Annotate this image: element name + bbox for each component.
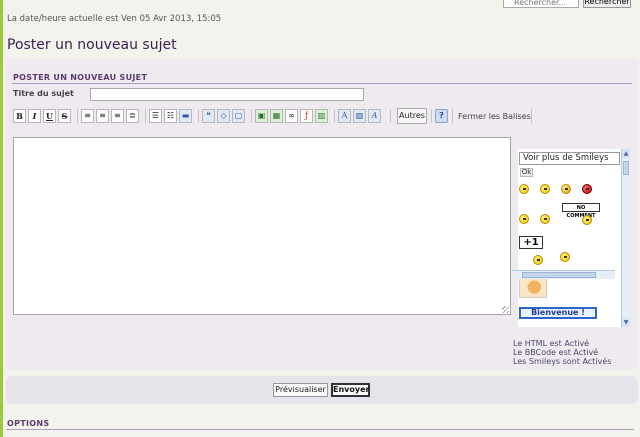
code-icon: ◇ [220,111,227,120]
subject-label: Titre du sujet [13,89,74,98]
options-heading: OPTIONS [7,419,50,428]
underline-button[interactable]: U [43,109,56,123]
current-datetime: La date/heure actuelle est Ven 05 Avr 20… [7,14,222,24]
help-icon: ? [439,111,444,120]
toolbar-separator [251,109,252,123]
horizontal-rule-icon: ▬ [181,111,190,120]
section-heading: POSTER UN NOUVEAU SUJET [13,73,148,82]
video-icon: ▥ [317,111,326,120]
actions-panel: Prévisualiser Envoyer [6,376,638,404]
close-tags-link[interactable]: Fermer les Balises [458,112,531,121]
numbered-list-icon: ☷ [166,111,175,120]
spoiler-icon: ▢ [234,111,243,120]
quote-icon: ❝ [206,111,211,120]
align-left-icon: ≡ [84,111,91,120]
no-comment-smiley[interactable]: NO COMMENT [562,203,600,219]
preview-button[interactable]: Prévisualiser [273,383,328,397]
bullet-list-icon: ☰ [151,111,160,120]
quote-button[interactable]: ❝ [202,109,215,123]
toolbar-separator [390,109,391,123]
justify-button[interactable]: ≣ [126,109,139,123]
help-button[interactable]: ? [435,109,448,123]
toolbar-separator [198,109,199,123]
justify-icon: ≣ [129,111,136,120]
upload-button[interactable]: ▦ [270,109,283,123]
bullet-list-button[interactable]: ☰ [149,109,162,123]
options-divider [6,429,634,430]
smileys-status: Les Smileys sont Activés [513,357,612,366]
numbered-list-button[interactable]: ☷ [164,109,177,123]
color-button[interactable]: ▨ [353,109,366,123]
sign-holder-icon [533,255,543,265]
upload-icon: ▦ [272,111,281,120]
grin-icon[interactable] [540,214,550,224]
flash-icon: ƒ [305,111,308,120]
font-button[interactable]: A [338,109,351,123]
toolbar-separator [452,109,453,123]
scroll-thumb[interactable] [522,272,596,278]
smiley-panel: Voir plus de Smileys Ok NO COMMENT +1 Bi… [518,149,630,327]
resize-grip-icon[interactable] [502,306,509,313]
scroll-up-icon[interactable]: ▲ [622,149,630,158]
smiley-horizontal-scrollbar[interactable] [512,270,615,279]
italic-button[interactable]: I [28,109,41,123]
font-icon: A [341,111,348,120]
toolbar-separator [77,109,78,123]
confused-icon[interactable] [519,214,529,224]
search-button[interactable]: Rechercher [583,0,631,8]
bbcode-toolbar: B I U S ≡ ≡ ≡ ≣ ☰ ☷ ▬ ❝ ◇ ▢ ▣ ▦ ∞ ƒ ▥ A … [13,108,633,126]
link-button[interactable]: ∞ [285,109,298,123]
wave-icon[interactable] [560,252,570,262]
top-bar: ⌕ Rechercher [3,0,640,9]
smiley-vertical-scrollbar[interactable]: ▲ ▼ [621,149,630,327]
toolbar-separator [334,109,335,123]
smiley-category-select[interactable]: Voir plus de Smileys [519,152,620,165]
scroll-down-icon[interactable]: ▼ [622,318,630,327]
more-tags-button[interactable]: Autres [397,108,427,124]
message-textarea[interactable] [13,137,511,315]
section-divider [12,83,632,84]
align-left-button[interactable]: ≡ [81,109,94,123]
strikethrough-button[interactable]: S [58,109,71,123]
align-center-icon: ≡ [99,111,106,120]
plus-one-smiley[interactable]: +1 [519,236,543,249]
link-icon: ∞ [288,111,295,120]
smile-icon[interactable] [519,184,529,194]
align-right-button[interactable]: ≡ [111,109,124,123]
dizzy-icon[interactable] [561,184,571,194]
size-icon: A [371,111,378,120]
spoiler-button[interactable]: ▢ [232,109,245,123]
post-form-panel: POSTER UN NOUVEAU SUJET Titre du sujet B… [6,58,638,370]
search-input[interactable] [503,0,579,8]
video-button[interactable]: ▥ [315,109,328,123]
scroll-thumb[interactable] [623,161,629,175]
sign-holder-icon [582,215,592,225]
submit-button[interactable]: Envoyer [331,383,370,397]
toolbar-separator [431,109,432,123]
smiley-ok-button[interactable]: Ok [520,168,533,177]
code-button[interactable]: ◇ [217,109,230,123]
bold-button[interactable]: B [13,109,26,123]
toolbar-separator [531,109,532,123]
bienvenue-smiley[interactable]: Bienvenue ! [519,307,597,319]
html-status: Le HTML est Activé [513,339,590,348]
color-icon: ▨ [355,111,364,120]
image-icon: ▣ [257,111,266,120]
size-button[interactable]: A [368,109,381,123]
toolbar-separator [145,109,146,123]
page-title: Poster un nouveau sujet [7,37,177,53]
left-accent-bar [0,0,3,437]
align-right-icon: ≡ [114,111,121,120]
subject-input[interactable] [90,88,364,101]
image-button[interactable]: ▣ [255,109,268,123]
happy-icon[interactable] [540,184,550,194]
flash-button[interactable]: ƒ [300,109,313,123]
bbcode-status: Le BBCode est Activé [513,348,599,357]
angry-icon[interactable] [582,184,592,194]
align-center-button[interactable]: ≡ [96,109,109,123]
horizontal-rule-button[interactable]: ▬ [179,109,192,123]
